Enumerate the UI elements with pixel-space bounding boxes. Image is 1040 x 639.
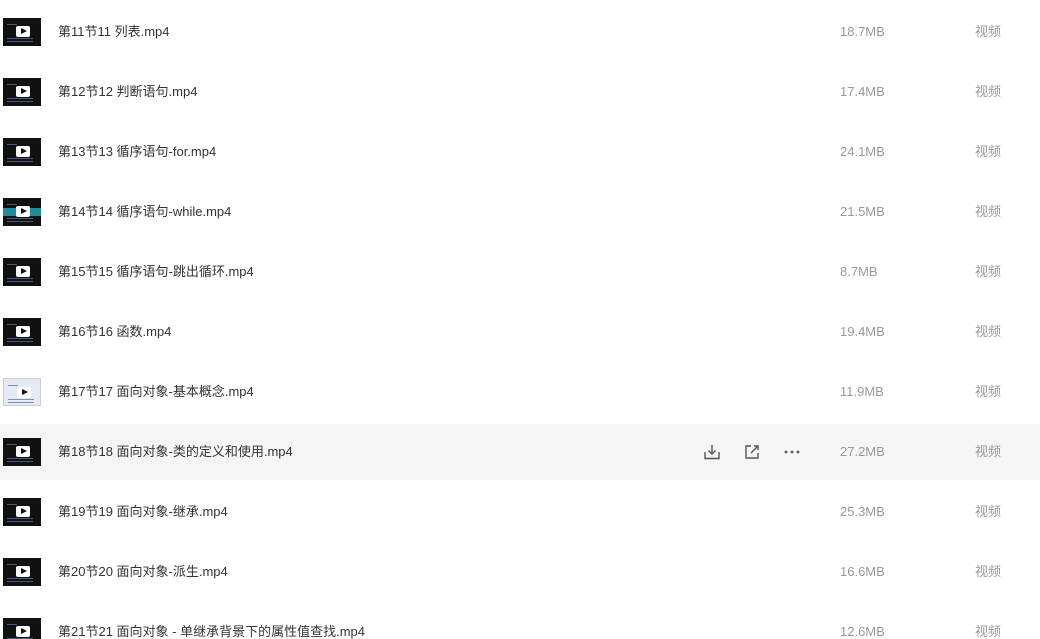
play-icon [16,266,30,277]
file-row[interactable]: 第20节20 面向对象-派生.mp4 16.6MB 视频 [0,544,1040,600]
video-thumbnail [3,18,41,46]
file-type: 视频 [975,264,1002,279]
file-size: 19.4MB [840,324,885,339]
play-icon [16,326,30,337]
file-type: 视频 [975,144,1002,159]
play-icon [16,566,30,577]
video-thumbnail [3,258,41,286]
row-actions [702,442,802,462]
file-name[interactable]: 第20节20 面向对象-派生.mp4 [58,544,228,600]
share-button[interactable] [742,442,762,462]
file-size: 25.3MB [840,504,885,519]
video-thumbnail [3,198,41,226]
file-size: 16.6MB [840,564,885,579]
more-icon [783,443,801,461]
play-icon [16,506,30,517]
more-button[interactable] [782,442,802,462]
play-icon [16,26,30,37]
video-thumbnail [3,378,41,406]
file-name[interactable]: 第16节16 函数.mp4 [58,304,171,360]
download-button[interactable] [702,442,722,462]
play-icon [16,146,30,157]
file-size: 8.7MB [840,264,878,279]
file-row[interactable]: 第12节12 判断语句.mp4 17.4MB 视频 [0,64,1040,120]
file-row[interactable]: 第16节16 函数.mp4 19.4MB 视频 [0,304,1040,360]
video-thumbnail [3,138,41,166]
file-name[interactable]: 第15节15 循序语句-跳出循环.mp4 [58,244,254,300]
file-row[interactable]: 第18节18 面向对象-类的定义和使用.mp4 27.2MB 视频 [0,424,1040,480]
file-type: 视频 [975,504,1002,519]
file-name[interactable]: 第18节18 面向对象-类的定义和使用.mp4 [58,424,293,480]
file-size: 24.1MB [840,144,885,159]
file-name[interactable]: 第17节17 面向对象-基本概念.mp4 [58,364,254,420]
file-type: 视频 [975,324,1002,339]
file-type: 视频 [975,384,1002,399]
file-row[interactable]: 第19节19 面向对象-继承.mp4 25.3MB 视频 [0,484,1040,540]
file-row[interactable]: 第14节14 循序语句-while.mp4 21.5MB 视频 [0,184,1040,240]
video-thumbnail [3,498,41,526]
file-name[interactable]: 第12节12 判断语句.mp4 [58,64,197,120]
file-size: 27.2MB [840,444,885,459]
file-name[interactable]: 第14节14 循序语句-while.mp4 [58,184,231,240]
file-list: 第11节11 列表.mp4 18.7MB 视频 第12节12 判断语句.mp4 17.4… [0,0,1040,639]
file-size: 17.4MB [840,84,885,99]
play-icon [16,446,30,457]
file-name[interactable]: 第21节21 面向对象 - 单继承背景下的属性值查找.mp4 [58,604,365,639]
file-row[interactable]: 第13节13 循序语句-for.mp4 24.1MB 视频 [0,124,1040,180]
file-row[interactable]: 第11节11 列表.mp4 18.7MB 视频 [0,4,1040,60]
play-icon [16,206,30,217]
play-icon [17,387,31,398]
file-type: 视频 [975,204,1002,219]
file-type: 视频 [975,84,1002,99]
file-size: 12.6MB [840,624,885,639]
file-size: 11.9MB [840,384,884,399]
file-type: 视频 [975,564,1002,579]
play-icon [16,626,30,637]
file-row[interactable]: 第15节15 循序语句-跳出循环.mp4 8.7MB 视频 [0,244,1040,300]
download-icon [703,443,721,461]
file-name[interactable]: 第19节19 面向对象-继承.mp4 [58,484,228,540]
file-type: 视频 [975,24,1002,39]
share-icon [743,443,761,461]
video-thumbnail [3,78,41,106]
file-type: 视频 [975,444,1002,459]
file-row[interactable]: 第21节21 面向对象 - 单继承背景下的属性值查找.mp4 12.6MB 视频 [0,604,1040,639]
video-thumbnail [3,438,41,466]
video-thumbnail [3,618,41,639]
file-size: 18.7MB [840,24,885,39]
video-thumbnail [3,558,41,586]
play-icon [16,86,30,97]
file-name[interactable]: 第13节13 循序语句-for.mp4 [58,124,216,180]
file-size: 21.5MB [840,204,885,219]
file-row[interactable]: 第17节17 面向对象-基本概念.mp4 11.9MB 视频 [0,364,1040,420]
video-thumbnail [3,318,41,346]
file-type: 视频 [975,624,1002,639]
file-name[interactable]: 第11节11 列表.mp4 [58,4,170,60]
